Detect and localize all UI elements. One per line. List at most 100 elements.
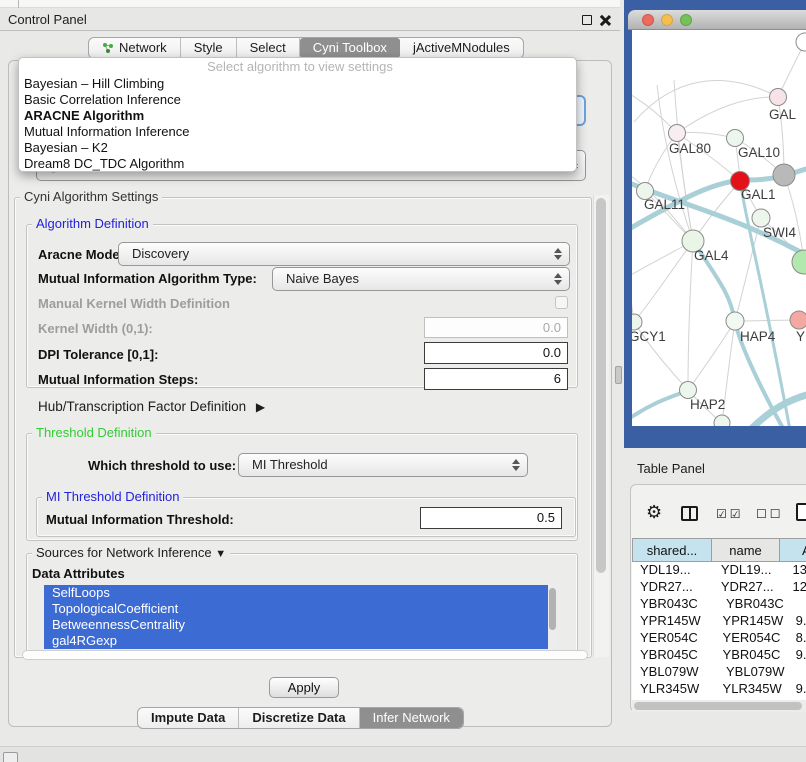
tab-cyni-toolbox[interactable]: Cyni Toolbox (300, 38, 400, 58)
dropdown-item[interactable]: Dream8 DC_TDC Algorithm (19, 156, 576, 172)
tab-infer-network-label: Infer Network (373, 707, 450, 729)
dpi-tolerance-label: DPI Tolerance [0,1]: (38, 347, 158, 362)
columns-icon[interactable] (681, 506, 698, 521)
list-item[interactable]: SelfLoops (44, 585, 548, 601)
table-rows[interactable]: YDL19...YDL19...13 YDR27...YDR27...12 YB… (632, 562, 806, 700)
tab-network[interactable]: Network (89, 38, 181, 58)
cyni-bottom-tabbar: Impute Data Discretize Data Infer Networ… (137, 707, 464, 729)
table-row[interactable]: YPR145WYPR145W9. (632, 613, 806, 630)
tab-infer-network[interactable]: Infer Network (360, 708, 463, 728)
mi-type-select[interactable]: Naive Bayes (272, 267, 570, 291)
tab-style[interactable]: Style (181, 38, 237, 58)
zoom-traffic-icon[interactable] (680, 14, 692, 26)
manual-kernel-checkbox[interactable] (555, 296, 568, 309)
cell: YBR043C (632, 596, 720, 613)
dropdown-item[interactable]: Basic Correlation Inference (19, 92, 576, 108)
node-label: Y (796, 329, 805, 344)
cell: YDL19... (632, 562, 715, 579)
show-checked-columns-icon[interactable]: ☑☑ (716, 507, 744, 521)
dropdown-item-selected[interactable]: ARACNE Algorithm (19, 108, 576, 124)
tab-discretize-data[interactable]: Discretize Data (239, 708, 359, 728)
table-row[interactable]: YBR045CYBR045C9. (632, 647, 806, 664)
node-label: GCY1 (632, 329, 666, 344)
aracne-mode-select[interactable]: Discovery (118, 242, 570, 266)
settings-group-title: Cyni Algorithm Settings (20, 190, 162, 204)
hub-definition-toggle[interactable]: Hub/Transcription Factor Definition ▶ (38, 399, 265, 414)
which-threshold-label: Which threshold to use: (88, 458, 236, 473)
tab-jactivemnodules-label: jActiveMNodules (413, 37, 510, 59)
tab-network-label: Network (119, 37, 167, 59)
node (796, 33, 806, 51)
node-label: SWI4 (763, 225, 796, 240)
tab-impute-data[interactable]: Impute Data (138, 708, 239, 728)
cell: YBL079W (632, 664, 720, 681)
kernel-width-label: Kernel Width (0,1): (38, 321, 153, 336)
dropdown-item[interactable]: Mutual Information Inference (19, 124, 576, 140)
data-attributes-list[interactable]: SelfLoops TopologicalCoefficient Between… (44, 585, 548, 649)
node-hap4 (726, 312, 744, 330)
which-threshold-select[interactable]: MI Threshold (238, 453, 528, 477)
cell: YPR145W (632, 613, 717, 630)
column-header-name[interactable]: name (712, 538, 780, 562)
cell: YDR27... (715, 579, 785, 596)
node-label: GAL (769, 107, 797, 122)
control-panel-titlebar: Control Panel (0, 8, 620, 31)
network-graph: GAL GAL80 GAL10 GAL1 GAL11 SWI4 GAL4 GCY… (632, 30, 806, 426)
minimize-traffic-icon[interactable] (661, 14, 673, 26)
settings-hscrollbar[interactable] (22, 650, 588, 660)
data-attributes-label: Data Attributes (32, 566, 125, 581)
column-header-partial[interactable]: A (780, 538, 806, 562)
tab-notch (18, 0, 19, 8)
dpi-tolerance-field[interactable]: 0.0 (424, 342, 568, 364)
table-row[interactable]: YDL19...YDL19...13 (632, 562, 806, 579)
mi-threshold-field[interactable]: 0.5 (420, 507, 562, 529)
table-row[interactable]: YBL079WYBL079W (632, 664, 806, 681)
new-table-icon[interactable] (796, 503, 806, 521)
mi-threshold-group-title: MI Threshold Definition (42, 490, 183, 504)
panel-divider-handle[interactable] (615, 366, 622, 384)
list-item[interactable]: BetweennessCentrality (44, 617, 548, 633)
cell: YER054C (717, 630, 788, 647)
cell: YLR345W (717, 681, 788, 698)
algorithm-dropdown-popup: Select algorithm to view settings Bayesi… (18, 57, 577, 172)
list-item[interactable]: gal4RGexp (44, 633, 548, 649)
algorithm-definition-title: Algorithm Definition (32, 217, 153, 231)
node-label: GAL10 (738, 145, 780, 160)
network-window-titlebar[interactable] (628, 10, 806, 30)
table-row[interactable]: YLR345WYLR345W9. (632, 681, 806, 698)
mi-type-value: Naive Bayes (286, 271, 359, 286)
dropdown-item[interactable]: Bayesian – K2 (19, 140, 576, 156)
dropdown-item[interactable]: Bayesian – Hill Climbing (19, 76, 576, 92)
mi-steps-field[interactable]: 6 (424, 368, 568, 390)
table-row[interactable]: YBR043CYBR043C (632, 596, 806, 613)
table-row[interactable]: YDR27...YDR27...12 (632, 579, 806, 596)
gear-icon[interactable]: ⚙ (646, 502, 662, 523)
minimized-panel-icon[interactable] (3, 752, 18, 762)
settings-vscrollbar-thumb[interactable] (596, 198, 606, 573)
kernel-width-field[interactable]: 0.0 (424, 317, 568, 338)
apply-button[interactable]: Apply (269, 677, 339, 698)
sources-group-title[interactable]: Sources for Network Inference ▼ (32, 546, 230, 561)
top-strip (0, 0, 620, 8)
table-panel-title: Table Panel (637, 461, 705, 476)
hide-columns-icon[interactable]: ☐☐ (756, 507, 784, 521)
cell: 9. (788, 647, 806, 664)
column-header-shared[interactable]: shared... (632, 538, 712, 562)
node-gray (773, 164, 795, 186)
tab-discretize-data-label: Discretize Data (252, 707, 345, 729)
cell: YBR045C (717, 647, 788, 664)
float-window-icon[interactable] (582, 15, 592, 25)
threshold-definition-title: Threshold Definition (32, 426, 156, 440)
close-traffic-icon[interactable] (642, 14, 654, 26)
cell: YBL079W (720, 664, 794, 681)
table-hscrollbar-thumb[interactable] (634, 702, 802, 710)
network-icon (102, 42, 114, 54)
node-label: GAL4 (694, 248, 729, 263)
list-item[interactable]: TopologicalCoefficient (44, 601, 548, 617)
node-label: GAL80 (669, 141, 711, 156)
network-canvas[interactable]: GAL GAL80 GAL10 GAL1 GAL11 SWI4 GAL4 GCY… (632, 30, 806, 426)
table-row[interactable]: YER054CYER054C8. (632, 630, 806, 647)
list-vscrollbar-thumb[interactable] (549, 588, 556, 630)
tab-jactivemnodules[interactable]: jActiveMNodules (400, 38, 523, 58)
tab-select[interactable]: Select (237, 38, 300, 58)
